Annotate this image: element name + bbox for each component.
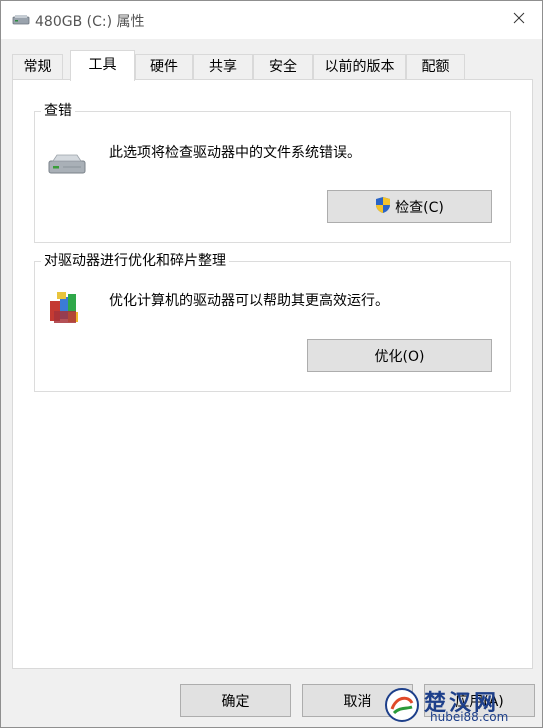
tab-sharing[interactable]: 共享: [193, 54, 253, 81]
close-icon: [513, 12, 525, 28]
tab-strip: 常规 工具 硬件 共享 安全 以前的版本 配额: [12, 50, 532, 81]
close-button[interactable]: [496, 1, 542, 39]
watermark: 楚汉网 hubei88.com: [380, 685, 540, 725]
defrag-icon: [47, 289, 85, 331]
group-title-error-checking: 查错: [41, 102, 75, 120]
tab-quota[interactable]: 配额: [406, 54, 465, 81]
tools-panel: 查错 此选项将检查驱动器中的文件系统错误。 检查(C) 对驱动器进行优化和碎片整…: [12, 79, 533, 669]
optimize-button-label: 优化(O): [374, 348, 425, 365]
drive-icon: [12, 13, 30, 27]
tab-general[interactable]: 常规: [12, 54, 63, 81]
watermark-logo-icon: [384, 687, 420, 727]
properties-dialog: 480GB (C:) 属性 常规 工具 硬件 共享 安全 以前的版本 配额 查错: [0, 0, 543, 728]
tab-previous-versions[interactable]: 以前的版本: [313, 54, 406, 81]
optimize-button[interactable]: 优化(O): [307, 339, 492, 372]
watermark-url: hubei88.com: [430, 710, 509, 724]
optimize-description: 优化计算机的驱动器可以帮助其更高效运行。: [109, 293, 389, 309]
title-bar: 480GB (C:) 属性: [1, 1, 542, 39]
uac-shield-icon: [375, 196, 391, 218]
tab-hardware[interactable]: 硬件: [135, 54, 193, 81]
tab-security[interactable]: 安全: [253, 54, 313, 81]
error-checking-group: 查错 此选项将检查驱动器中的文件系统错误。 检查(C): [34, 102, 511, 243]
ok-button[interactable]: 确定: [180, 684, 291, 717]
hard-drive-icon: [47, 152, 87, 180]
error-checking-description: 此选项将检查驱动器中的文件系统错误。: [109, 145, 361, 161]
check-button[interactable]: 检查(C): [327, 190, 492, 223]
optimize-group: 对驱动器进行优化和碎片整理 优化计算机的驱动器可以帮助其更高效运行。 优化(O): [34, 252, 511, 392]
check-button-label: 检查(C): [395, 199, 444, 216]
group-title-optimize: 对驱动器进行优化和碎片整理: [41, 252, 229, 270]
window-title: 480GB (C:) 属性: [35, 14, 145, 30]
tab-tools[interactable]: 工具: [70, 50, 135, 81]
